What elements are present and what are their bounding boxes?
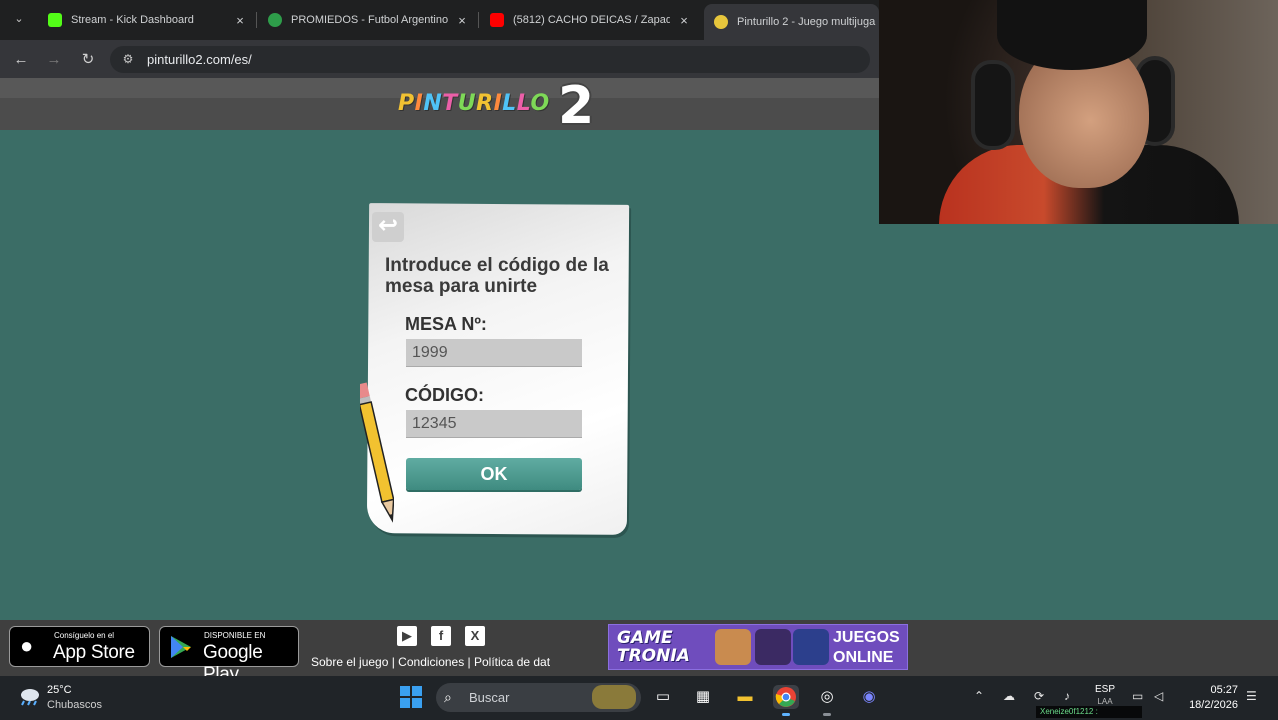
- kick-icon: [48, 13, 62, 27]
- language-indicator[interactable]: ESP LAA: [1094, 684, 1116, 708]
- task-view-icon[interactable]: ▭: [650, 685, 676, 709]
- x-icon[interactable]: X: [465, 626, 485, 646]
- ad-brand-line2: TRONIA: [617, 646, 690, 666]
- tab-close-icon[interactable]: ×: [232, 13, 248, 28]
- footer-links[interactable]: Sobre el juego | Condiciones | Política …: [311, 655, 573, 671]
- windows-start-icon[interactable]: [400, 686, 422, 708]
- headphones-left: [971, 60, 1015, 150]
- sync-icon[interactable]: ⟳: [1034, 689, 1044, 703]
- table-number-label: MESA Nº:: [405, 314, 487, 334]
- gametronia-ad-banner[interactable]: GAME TRONIA JUEGOS ONLINE: [608, 624, 908, 670]
- facebook-icon[interactable]: f: [431, 626, 451, 646]
- tab-promiedos[interactable]: PROMIEDOS - Futbol Argentino ×: [258, 5, 476, 35]
- weather-temperature[interactable]: 25°C: [47, 684, 72, 696]
- logo-letter: T: [442, 91, 458, 116]
- running-app-indicator: [823, 713, 831, 716]
- ad-game-thumbnail: [755, 629, 791, 665]
- tab-title: Stream - Kick Dashboard: [71, 14, 194, 26]
- back-button[interactable]: ↩: [372, 212, 404, 242]
- ad-brand: GAME TRONIA: [617, 629, 690, 665]
- logo-letter: U: [457, 91, 477, 116]
- notifications-icon[interactable]: ☰: [1246, 689, 1257, 703]
- reload-icon[interactable]: ↻: [77, 49, 99, 71]
- ad-cta-line2: ONLINE: [833, 649, 894, 666]
- app-store-big-text: App Store: [53, 642, 135, 663]
- pencil-icon: [360, 382, 394, 523]
- chrome-icon[interactable]: [773, 685, 799, 709]
- logo-letter: I: [414, 91, 424, 116]
- network-icon[interactable]: ▭: [1132, 689, 1143, 703]
- ad-game-thumbnail: [715, 629, 751, 665]
- dialog-title: Introduce el código de la mesa para unir…: [385, 255, 609, 297]
- webcam-cap: [997, 0, 1147, 70]
- logo-text: PINTURILLO: [398, 91, 550, 116]
- microsoft-store-icon[interactable]: ▦: [690, 685, 716, 709]
- site-settings-icon[interactable]: ⚙: [120, 51, 136, 67]
- logo-letter: R: [476, 91, 494, 116]
- join-table-dialog: ↩ Introduce el código de la mesa para un…: [360, 202, 630, 542]
- chrome-logo-icon: [775, 687, 796, 707]
- youtube-icon[interactable]: ▶: [397, 626, 417, 646]
- google-play-icon: [171, 636, 191, 658]
- stream-chat-overlay: Xeneize0f1212 :: [1036, 706, 1142, 718]
- promiedos-icon: [268, 13, 282, 27]
- microphone-icon[interactable]: ♪: [1064, 689, 1070, 703]
- address-url[interactable]: pinturillo2.com/es/: [147, 52, 252, 67]
- tab-search-chevron-icon[interactable]: ⌄: [8, 8, 30, 30]
- apple-icon: ●: [20, 633, 34, 658]
- back-arrow-icon[interactable]: ←: [10, 49, 32, 71]
- tab-pinturillo-active[interactable]: Pinturillo 2 - Juego multijuga: [704, 4, 879, 40]
- ad-cta-line1: JUEGOS: [833, 629, 900, 646]
- taskbar-search-placeholder[interactable]: Buscar: [469, 690, 509, 705]
- tab-close-icon[interactable]: ×: [454, 13, 470, 28]
- tab-title: (5812) CACHO DEICAS / Zapad: [513, 14, 670, 26]
- table-number-input[interactable]: [406, 339, 582, 367]
- weather-rain-icon[interactable]: [18, 686, 40, 706]
- logo-letter: O: [530, 91, 550, 116]
- active-app-indicator: [782, 713, 790, 716]
- logo-letter: I: [493, 91, 503, 116]
- ad-brand-line1: GAME: [617, 628, 673, 648]
- ad-cta: JUEGOS ONLINE: [833, 628, 900, 668]
- app-store-small-text: Consíguelo en el: [54, 631, 115, 640]
- google-play-small-text: DISPONIBLE EN: [204, 631, 266, 640]
- obs-studio-icon[interactable]: ◎: [814, 685, 840, 709]
- youtube-icon: [490, 13, 504, 27]
- tab-title: PROMIEDOS - Futbol Argentino: [291, 14, 448, 26]
- logo-letter: N: [423, 91, 443, 116]
- search-highlight-icon[interactable]: [592, 685, 636, 709]
- forward-arrow-icon[interactable]: →: [43, 49, 65, 71]
- search-icon: ⌕: [444, 689, 452, 705]
- pinturillo-icon: [714, 15, 728, 29]
- app-store-button[interactable]: ● Consíguelo en el App Store: [9, 626, 150, 667]
- weather-description[interactable]: Chubascos: [47, 699, 102, 711]
- logo-letter: L: [516, 91, 531, 116]
- logo-letter: L: [502, 91, 517, 116]
- ad-game-thumbnail: [793, 629, 829, 665]
- tab-close-icon[interactable]: ×: [676, 13, 692, 28]
- google-play-button[interactable]: DISPONIBLE EN Google Play: [159, 626, 299, 685]
- code-label: CÓDIGO:: [405, 385, 484, 405]
- code-input[interactable]: [406, 410, 582, 438]
- logo-letter: P: [398, 91, 415, 116]
- file-explorer-icon[interactable]: ▬: [732, 685, 758, 709]
- language-code: ESP: [1094, 684, 1115, 695]
- tab-divider: [478, 12, 479, 28]
- webcam-overlay: [879, 0, 1278, 224]
- volume-icon[interactable]: ◁: [1154, 689, 1163, 703]
- onedrive-cloud-icon[interactable]: ☁: [1003, 689, 1015, 703]
- discord-icon[interactable]: ◉: [856, 685, 882, 709]
- tab-divider: [256, 12, 257, 28]
- clock-time[interactable]: 05:27: [1190, 684, 1238, 696]
- tab-kick-dashboard[interactable]: Stream - Kick Dashboard ×: [38, 5, 254, 35]
- clock-date[interactable]: 18/2/2026: [1182, 699, 1238, 711]
- logo-number: 2: [558, 76, 595, 136]
- pinturillo-logo[interactable]: PINTURILLO 2: [398, 76, 608, 136]
- ok-button[interactable]: OK: [406, 458, 582, 490]
- show-hidden-icons-chevron-icon[interactable]: ⌃: [974, 689, 984, 703]
- tab-title: Pinturillo 2 - Juego multijuga: [737, 16, 876, 28]
- tab-youtube[interactable]: (5812) CACHO DEICAS / Zapad ×: [480, 5, 698, 35]
